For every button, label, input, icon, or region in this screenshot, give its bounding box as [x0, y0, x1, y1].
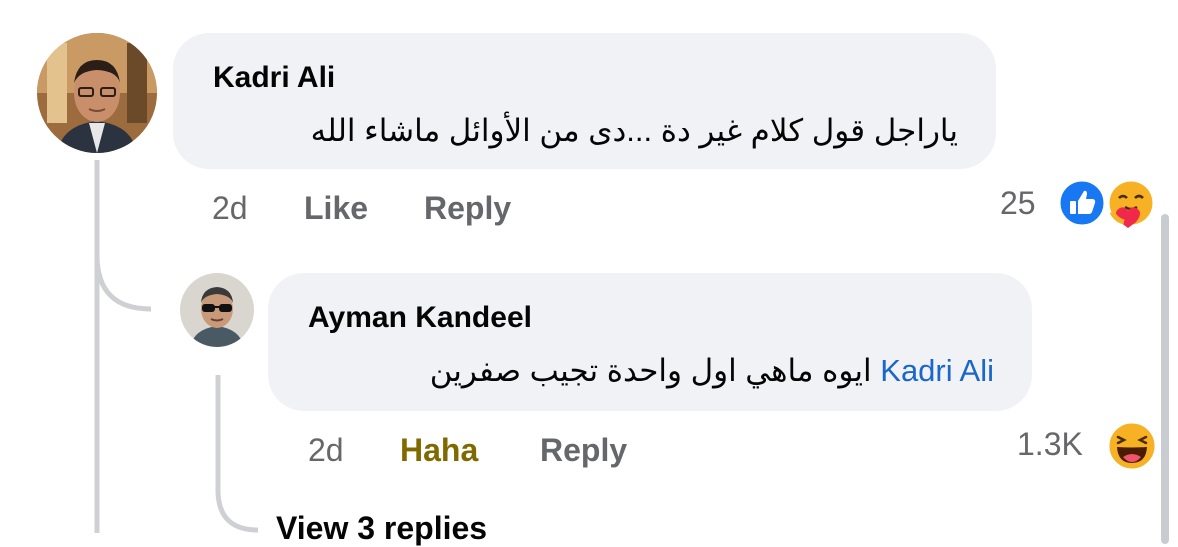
comment-text: ايوه ماهي اول واحدة تجيب صفرين Kadri Ali [430, 353, 994, 389]
comment-timestamp[interactable]: 2d [308, 432, 344, 469]
reaction-count[interactable]: 1.3K [1017, 426, 1083, 463]
comment-bubble: Ayman Kandeel ايوه ماهي اول واحدة تجيب ص… [268, 273, 1032, 411]
comment-bubble: Kadri Ali ياراجل قول كلام غير دة ...دى م… [173, 33, 996, 169]
comment-timestamp[interactable]: 2d [212, 190, 248, 227]
reply-button[interactable]: Reply [540, 432, 627, 469]
view-replies-link[interactable]: View 3 replies [276, 510, 487, 547]
comment-author[interactable]: Kadri Ali [213, 61, 335, 95]
haha-button[interactable]: Haha [400, 432, 478, 469]
like-icon [1057, 178, 1107, 228]
avatar[interactable] [37, 33, 157, 153]
reaction-count[interactable]: 25 [1000, 185, 1036, 222]
comment-text-body: ايوه ماهي اول واحدة تجيب صفرين [429, 353, 872, 388]
mention-link[interactable]: Kadri Ali [880, 353, 994, 388]
haha-icon [1106, 420, 1158, 472]
avatar[interactable] [180, 273, 254, 347]
scrollbar[interactable] [1161, 214, 1169, 544]
comment-author[interactable]: Ayman Kandeel [308, 301, 532, 335]
reply-button[interactable]: Reply [424, 190, 511, 227]
care-icon [1106, 178, 1156, 228]
like-button[interactable]: Like [304, 190, 368, 227]
comment-text: ياراجل قول كلام غير دة ...دى من الأوائل … [310, 113, 958, 148]
